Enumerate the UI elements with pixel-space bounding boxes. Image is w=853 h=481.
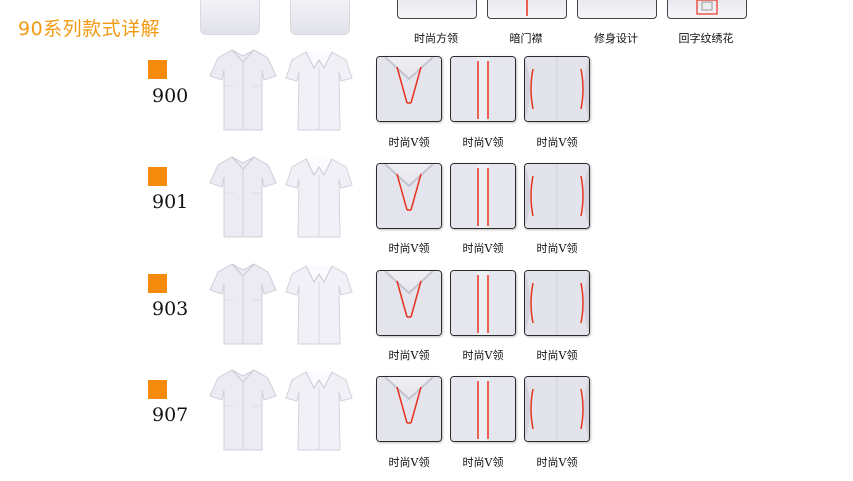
detail-image-placket: [450, 270, 516, 336]
model-row-903: 903 时尚V领 时尚V领 时尚V领: [0, 268, 853, 375]
detail-image-hidden-placket: [487, 0, 567, 19]
detail-image-v-collar: [376, 56, 442, 122]
shirt-image-side: [284, 153, 354, 241]
detail-caption: 时尚V领: [536, 242, 578, 255]
detail-caption: 时尚V领: [462, 242, 504, 255]
detail-caption: 时尚V领: [462, 456, 504, 469]
orange-marker: [148, 60, 167, 79]
orange-marker: [148, 274, 167, 293]
model-code: 901: [152, 191, 189, 213]
detail-image-placket: [450, 163, 516, 229]
shirt-image-side: [284, 366, 354, 454]
detail-caption: 时尚V领: [536, 349, 578, 362]
detail-image-placket: [450, 56, 516, 122]
model-code: 903: [152, 298, 189, 320]
shirt-image-front: [208, 260, 278, 348]
shirt-image-front: [208, 46, 278, 134]
detail-caption: 时尚V领: [388, 242, 430, 255]
detail-caption: 时尚V领: [388, 456, 430, 469]
shirt-image-front: [208, 366, 278, 454]
detail-image-slim-fit: [524, 270, 590, 336]
feature-label: 回字纹绣花: [678, 32, 734, 45]
shirt-image-long-sleeve-front: [200, 0, 260, 35]
detail-image-v-collar: [376, 270, 442, 336]
detail-caption: 时尚V领: [462, 349, 504, 362]
detail-image-slim-fit: [577, 0, 657, 19]
detail-caption: 时尚V领: [388, 349, 430, 362]
top-feature-strip: 时尚方领 暗门襟 修身设计 回字纹绣花: [0, 0, 853, 48]
shirt-image-front: [208, 153, 278, 241]
detail-image-slim-fit: [524, 56, 590, 122]
detail-caption: 时尚V领: [536, 136, 578, 149]
model-row-901: 901 时尚V领 时尚V领 时尚V领: [0, 161, 853, 268]
model-row-900: 900 时尚V领 时尚V领 时尚V领: [0, 54, 853, 161]
detail-image-slim-fit: [524, 163, 590, 229]
detail-image-v-collar: [376, 163, 442, 229]
detail-image-v-collar: [376, 376, 442, 442]
orange-marker: [148, 380, 167, 399]
model-code: 907: [152, 404, 189, 426]
shirt-image-long-sleeve-side: [290, 0, 350, 35]
feature-label: 暗门襟: [509, 32, 543, 45]
model-row-907: 907 时尚V领 时尚V领 时尚V领: [0, 374, 853, 481]
detail-caption: 时尚V领: [462, 136, 504, 149]
feature-label: 时尚方领: [414, 32, 458, 45]
detail-image-slim-fit: [524, 376, 590, 442]
orange-marker: [148, 167, 167, 186]
detail-image-embroidery: [667, 0, 747, 19]
shirt-image-side: [284, 260, 354, 348]
detail-caption: 时尚V领: [388, 136, 430, 149]
detail-image-square-collar: [397, 0, 477, 19]
shirt-image-side: [284, 46, 354, 134]
model-code: 900: [152, 85, 189, 107]
detail-caption: 时尚V领: [536, 456, 578, 469]
detail-image-placket: [450, 376, 516, 442]
feature-label: 修身设计: [594, 32, 638, 45]
